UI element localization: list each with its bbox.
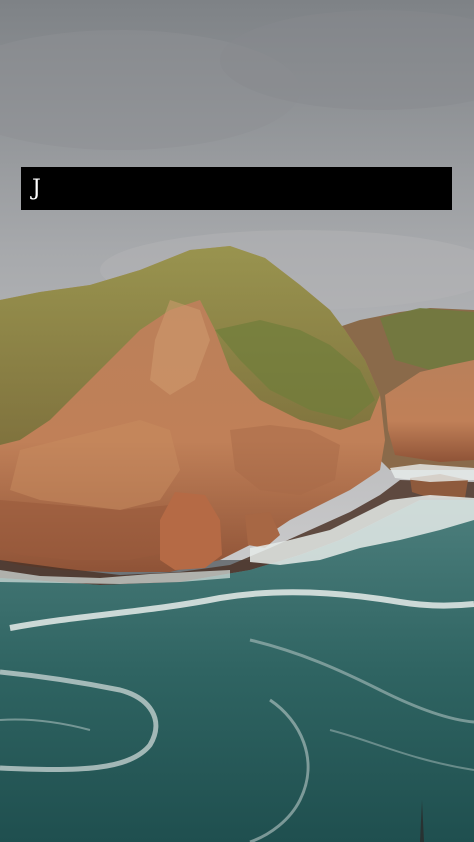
coastal-landscape-photo — [0, 0, 474, 842]
caption-bar: J — [21, 167, 452, 210]
caption-text: J — [32, 175, 42, 201]
